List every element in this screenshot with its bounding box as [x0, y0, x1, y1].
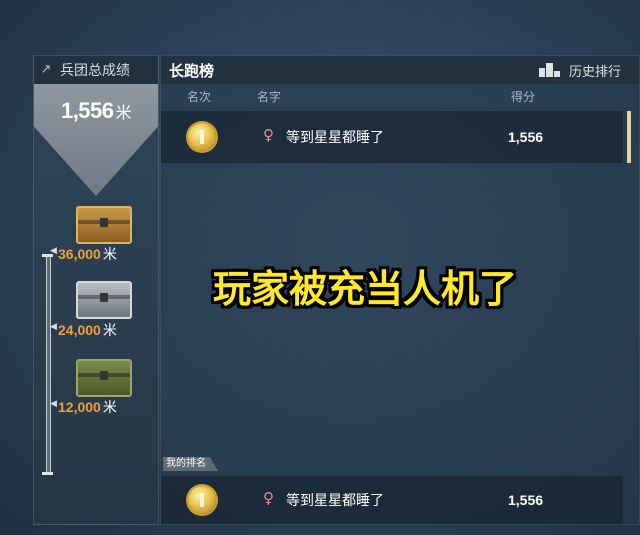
podium-icon — [538, 63, 561, 77]
player-name: 等到星星都睡了 — [286, 130, 384, 146]
gold-chest-icon[interactable] — [76, 206, 132, 244]
reward-tier-2-label: 24,000 米 — [58, 320, 117, 340]
reward-tier-3-threshold: 12,000 — [58, 399, 101, 415]
reward-tier-3-label: 12,000 米 — [58, 397, 117, 417]
tier-marker-icon: ◀ — [50, 322, 57, 332]
column-headers: 名次 名字 得分 — [161, 84, 639, 106]
gold-medal-icon — [188, 123, 216, 151]
reward-tier-1-label: 36,000 米 — [58, 244, 117, 264]
total-score-unit: 米 — [115, 105, 132, 122]
total-score-value: 1,556 — [60, 98, 114, 123]
my-rank-row[interactable]: ♀ 等到星星都睡了 1,556 — [161, 476, 623, 524]
progress-track — [46, 256, 51, 474]
team-score-panel: ↗ 兵团总成绩 1,556 米 ◀ 36,000 米 ◀ 24,000 米 ◀ 12,… — [33, 55, 159, 525]
team-score-header: ↗ 兵团总成绩 — [34, 56, 158, 84]
rank-column-header: 名次 — [187, 90, 212, 104]
my-player-name: 等到星星都睡了 — [286, 493, 384, 509]
leaderboard-title: 长跑榜 — [169, 61, 215, 80]
reward-tier-1-unit: 米 — [102, 246, 117, 262]
my-player-score: 1,556 — [508, 492, 544, 508]
reward-tier-2-unit: 米 — [102, 322, 117, 338]
progress-track-bottom-cap — [42, 472, 53, 475]
silver-chest-icon[interactable] — [76, 281, 132, 319]
my-rank-tag: 我的排名 — [163, 457, 218, 471]
gold-medal-icon — [188, 486, 216, 514]
tier-marker-icon: ◀ — [50, 246, 57, 256]
reward-tier-3-unit: 米 — [102, 399, 117, 415]
arrow-expand-icon: ↗ — [40, 62, 52, 77]
female-icon: ♀ — [263, 126, 274, 144]
female-icon: ♀ — [263, 489, 274, 507]
player-score: 1,556 — [508, 129, 544, 145]
tier-marker-icon: ◀ — [50, 399, 57, 409]
total-score: 1,556 米 — [34, 98, 158, 124]
team-score-title: 兵团总成绩 — [60, 63, 130, 79]
reward-tier-2-threshold: 24,000 — [58, 322, 101, 338]
leaderboard-row[interactable]: ♀ 等到星星都睡了 1,556 — [161, 111, 631, 163]
score-column-header: 得分 — [511, 90, 536, 104]
overlay-caption: 玩家被充当人机了 — [212, 267, 517, 311]
reward-tier-1-threshold: 36,000 — [58, 246, 101, 262]
history-ranking-label: 历史排行 — [568, 64, 621, 80]
scrollbar[interactable] — [627, 111, 631, 163]
name-column-header: 名字 — [257, 90, 282, 104]
green-chest-icon[interactable] — [76, 359, 132, 397]
history-ranking-button[interactable]: 历史排行 — [538, 61, 621, 80]
leaderboard-top-bar: 长跑榜 历史排行 — [161, 56, 639, 84]
